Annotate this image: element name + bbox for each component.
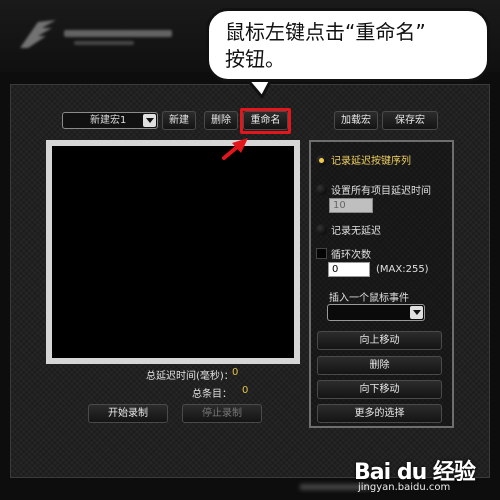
brand-logo bbox=[18, 14, 178, 56]
start-record-button[interactable]: 开始录制 bbox=[88, 404, 168, 423]
total-delay-label: 总延迟时间(毫秒)： bbox=[146, 371, 234, 382]
rename-highlight-box bbox=[240, 108, 291, 134]
total-items-value: 0 bbox=[242, 385, 249, 396]
move-up-button[interactable]: 向上移动 bbox=[317, 331, 442, 350]
insert-mouse-event-label: 插入一个鼠标事件 bbox=[329, 293, 409, 304]
loop-max-label: (MAX:255) bbox=[376, 264, 429, 275]
instruction-callout: 鼠标左键点击“重命名” 按钮。 bbox=[206, 8, 490, 82]
mouse-event-select[interactable] bbox=[327, 304, 425, 321]
set-delay-radio[interactable] bbox=[316, 184, 327, 195]
chevron-down-icon[interactable] bbox=[410, 306, 423, 319]
no-delay-radio[interactable] bbox=[316, 224, 327, 235]
load-macro-button[interactable]: 加载宏 bbox=[334, 111, 378, 130]
record-delay-radio[interactable] bbox=[316, 155, 327, 166]
more-options-button[interactable]: 更多的选择 bbox=[317, 404, 442, 423]
save-macro-button[interactable]: 保存宏 bbox=[382, 111, 438, 130]
delete-item-button[interactable]: 删除 bbox=[317, 356, 442, 375]
baidu-watermark: Bai du 经验 jingyan.baidu.com bbox=[354, 452, 494, 496]
total-items-label: 总条目： bbox=[192, 389, 232, 400]
delay-time-input[interactable]: 10 bbox=[329, 198, 373, 213]
watermark-url: jingyan.baidu.com bbox=[358, 482, 451, 493]
total-delay-value: 0 bbox=[232, 367, 239, 378]
set-delay-label: 设置所有项目延迟时间 bbox=[331, 186, 431, 197]
loop-count-input[interactable]: 0 bbox=[328, 262, 370, 277]
macro-sequence-list[interactable] bbox=[46, 140, 300, 364]
record-delay-label: 记录延迟按键序列 bbox=[331, 156, 411, 167]
callout-line-2: 按钮。 bbox=[225, 47, 285, 71]
move-down-button[interactable]: 向下移动 bbox=[317, 380, 442, 399]
no-delay-label: 记录无延迟 bbox=[331, 226, 381, 237]
wing-logo-icon bbox=[20, 20, 56, 48]
delete-macro-button[interactable]: 删除 bbox=[204, 111, 238, 130]
loop-count-label: 循环次数 bbox=[331, 250, 371, 261]
macro-select[interactable]: 新建宏1 bbox=[62, 112, 158, 129]
macro-select-value: 新建宏1 bbox=[90, 115, 127, 126]
loop-checkbox[interactable] bbox=[316, 248, 327, 259]
chevron-down-icon[interactable] bbox=[143, 114, 156, 127]
callout-line-1: 鼠标左键点击“重命名” bbox=[225, 20, 426, 44]
new-button[interactable]: 新建 bbox=[162, 111, 196, 130]
stop-record-button[interactable]: 停止录制 bbox=[182, 404, 262, 423]
